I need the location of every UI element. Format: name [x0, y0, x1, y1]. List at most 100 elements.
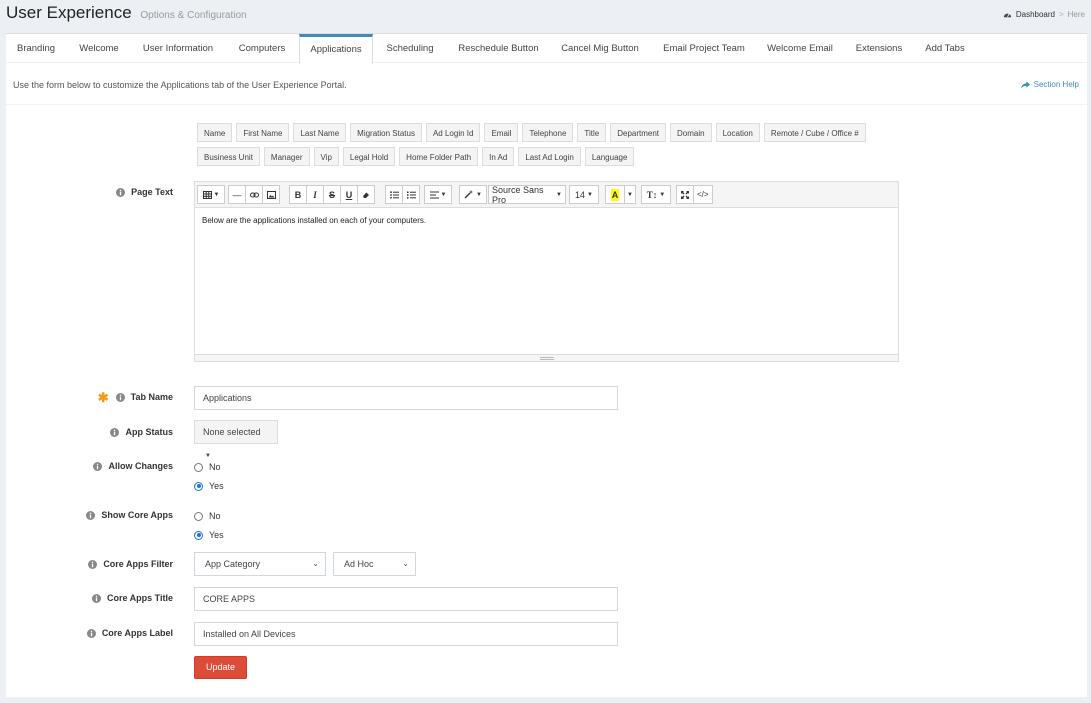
tab-cancel-mig-button[interactable]: Cancel Mig Button [553, 34, 647, 63]
link-icon [249, 192, 259, 197]
tab-scheduling[interactable]: Scheduling [378, 34, 442, 63]
info-icon [91, 593, 101, 603]
token-button[interactable]: Legal Hold [342, 147, 396, 166]
allow-changes-no-radio[interactable]: No [194, 462, 221, 472]
unordered-list-button[interactable] [385, 185, 403, 204]
strikethrough-button[interactable]: S [323, 185, 341, 204]
tab-name-input[interactable]: Applications [194, 386, 618, 410]
breadcrumb: Dashboard > Here [1003, 10, 1085, 19]
page-header: User Experience Options & Configuration … [0, 0, 1091, 30]
color-group: A ▼ [605, 185, 636, 204]
italic-button[interactable]: I [306, 185, 324, 204]
merge-field-tokens: Name First Name Last Name Migration Stat… [197, 123, 897, 171]
token-button[interactable]: Ad Login Id [425, 123, 481, 142]
divider [6, 104, 1087, 105]
link-button[interactable] [245, 185, 263, 204]
tab-email-project-team[interactable]: Email Project Team [654, 34, 754, 63]
token-button[interactable]: Location [715, 123, 760, 142]
line-height-button[interactable]: T↕ ▼ [641, 185, 671, 204]
tab-reschedule-button[interactable]: Reschedule Button [451, 34, 546, 63]
section-help-link[interactable]: Section Help [1020, 80, 1079, 89]
style-group: ▼ [459, 185, 487, 204]
tab-branding[interactable]: Branding [6, 34, 66, 63]
core-apps-filter-label: Core Apps Filter [46, 559, 173, 569]
token-button[interactable]: Name [197, 123, 233, 142]
radio-label: No [209, 462, 221, 472]
tab-add-tabs[interactable]: Add Tabs [917, 34, 973, 63]
app-status-dropdown[interactable]: None selected ▼ [194, 420, 278, 459]
radio-circle-selected [194, 481, 203, 491]
token-button[interactable]: Home Folder Path [399, 147, 479, 166]
core-apps-label-label-text: Core Apps Label [101, 628, 173, 638]
underline-button[interactable]: U [340, 185, 358, 204]
token-button[interactable]: Remote / Cube / Office # [763, 123, 866, 142]
radio-circle [194, 511, 203, 521]
token-button[interactable]: Manager [263, 147, 310, 166]
token-button[interactable]: Migration Status [350, 123, 422, 142]
token-button[interactable]: Last Name [293, 123, 347, 142]
font-size-group: 14 ▼ [569, 185, 599, 204]
token-button[interactable]: Email [484, 123, 519, 142]
color-dropdown-toggle[interactable]: ▼ [624, 185, 636, 204]
token-button[interactable]: Last Ad Login [518, 147, 581, 166]
font-size-dropdown[interactable]: 14 ▼ [569, 185, 599, 204]
breadcrumb-dashboard-link[interactable]: Dashboard [1016, 10, 1055, 19]
token-button[interactable]: First Name [236, 123, 290, 142]
tab-user-information[interactable]: User Information [134, 34, 222, 63]
tab-bar: Branding Welcome User Information Comput… [6, 34, 1087, 64]
token-button[interactable]: Language [584, 147, 635, 166]
tab-extensions[interactable]: Extensions [848, 34, 910, 63]
info-icon [115, 392, 125, 402]
paragraph-align-button[interactable]: ▼ [424, 185, 452, 204]
ordered-list-button[interactable] [402, 185, 420, 204]
radio-circle [194, 462, 203, 472]
tab-computers[interactable]: Computers [228, 34, 296, 63]
clear-format-button[interactable] [357, 185, 375, 204]
caret-icon: ▼ [476, 191, 482, 198]
rich-text-editor: ▼ — B I S U ▼ ▼ Source Sans Pro ▼ 14 ▼ A… [194, 181, 899, 362]
bold-button[interactable]: B [289, 185, 307, 204]
show-core-apps-no-radio[interactable]: No [194, 511, 221, 521]
tab-name-label-text: Tab Name [130, 392, 173, 402]
font-family-dropdown[interactable]: Source Sans Pro ▼ [488, 184, 566, 205]
token-button[interactable]: Business Unit [197, 147, 260, 166]
tab-applications[interactable]: Applications [299, 34, 373, 64]
update-button[interactable]: Update [194, 656, 247, 679]
filter-type-select[interactable]: Ad Hoc ⌄ [333, 552, 416, 576]
font-family-group: Source Sans Pro ▼ [488, 184, 566, 205]
line-height-group: T↕ ▼ [641, 185, 671, 204]
token-button[interactable]: Department [610, 123, 667, 142]
caret-icon: ▼ [627, 191, 633, 198]
caret-down-icon: ▼ [205, 453, 211, 459]
token-button[interactable]: Title [577, 123, 607, 142]
view-group: </> [676, 185, 713, 204]
tab-welcome-email[interactable]: Welcome Email [761, 34, 839, 63]
editor-resize-handle[interactable] [195, 354, 898, 361]
show-core-apps-yes-radio[interactable]: Yes [194, 530, 224, 540]
tab-welcome[interactable]: Welcome [68, 34, 130, 63]
allow-changes-yes-radio[interactable]: Yes [194, 481, 224, 491]
core-apps-title-input[interactable]: CORE APPS [194, 587, 618, 611]
editor-content[interactable]: Below are the applications installed on … [195, 208, 898, 354]
app-category-select[interactable]: App Category ⌄ [194, 552, 326, 576]
token-button[interactable]: Vip [313, 147, 339, 166]
token-button[interactable]: Telephone [522, 123, 574, 142]
font-style-group: B I S U [289, 185, 375, 204]
horizontal-rule-button[interactable]: — [228, 185, 246, 204]
radio-label: Yes [209, 530, 224, 540]
table-group: ▼ [197, 185, 225, 204]
text-color-button[interactable]: A [605, 185, 625, 204]
grip-icon [539, 356, 554, 360]
code-view-button[interactable]: </> [693, 185, 713, 204]
core-apps-title-label: Core Apps Title [46, 593, 173, 603]
core-apps-label-input[interactable]: Installed on All Devices [194, 622, 618, 646]
table-button[interactable]: ▼ [197, 185, 225, 204]
image-button[interactable] [262, 185, 280, 204]
caret-icon: ▼ [213, 191, 220, 198]
style-button[interactable]: ▼ [459, 185, 487, 204]
font-family-value: Source Sans Pro [492, 184, 544, 205]
core-apps-filter-label-text: Core Apps Filter [103, 559, 173, 569]
token-button[interactable]: Domain [670, 123, 712, 142]
fullscreen-button[interactable] [676, 185, 694, 204]
token-button[interactable]: In Ad [482, 147, 515, 166]
